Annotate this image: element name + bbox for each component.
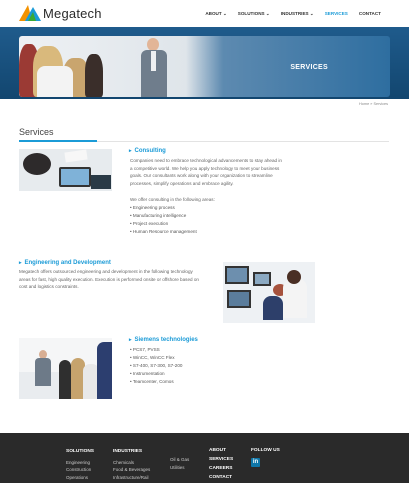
- footer-about-link[interactable]: ABOUT: [209, 446, 233, 455]
- nav-contact[interactable]: CONTACT: [359, 11, 381, 17]
- engineering-photo: [223, 262, 315, 323]
- chevron-down-icon: ⌄: [309, 11, 314, 16]
- consulting-list: Engineering process Manufacturing intell…: [130, 204, 197, 236]
- arrow-icon: ▸: [129, 148, 132, 154]
- chevron-down-icon: ⌄: [265, 11, 270, 16]
- brand-name[interactable]: Megatech: [43, 6, 102, 21]
- footer-link[interactable]: Chemicals: [113, 459, 150, 467]
- consulting-photo: [19, 149, 112, 191]
- footer-link[interactable]: Food & Beverages: [113, 466, 150, 474]
- nav-industries[interactable]: INDUSTRIES ⌄: [281, 11, 314, 17]
- consulting-heading: ▸ Consulting: [129, 148, 166, 154]
- siemens-photo: [19, 338, 112, 399]
- footer-link[interactable]: Infrastructure/Rail: [113, 474, 150, 482]
- hero-banner: SERVICES: [19, 36, 390, 97]
- linkedin-icon[interactable]: in: [251, 458, 260, 467]
- arrow-icon: ▸: [19, 260, 22, 266]
- footer-link[interactable]: Utilities: [170, 464, 189, 472]
- page-title: Services: [19, 127, 54, 137]
- title-accent-bar: [19, 140, 97, 142]
- list-item: PCS7, PVSS: [130, 346, 182, 354]
- engineering-heading: ▸ Engineering and Development: [19, 260, 111, 266]
- list-item: Project execution: [130, 220, 197, 228]
- nav-services[interactable]: SERVICES: [325, 11, 348, 17]
- arrow-icon: ▸: [129, 337, 132, 343]
- footer-link[interactable]: Engineering: [66, 459, 94, 467]
- footer-solutions-heading[interactable]: SOLUTIONS: [66, 448, 94, 456]
- list-item: Human Resource management: [130, 228, 197, 236]
- siemens-list: PCS7, PVSS WinCC, WinCC Flex S7-400, S7-…: [130, 346, 183, 386]
- main-nav: ABOUT ⌄ SOLUTIONS ⌄ INDUSTRIES ⌄ SERVICE…: [205, 11, 381, 17]
- list-item: Engineering process: [130, 204, 197, 212]
- banner-title: SERVICES: [290, 64, 328, 71]
- site-footer: [0, 433, 409, 483]
- list-item: Teamcenter, Comos: [130, 378, 182, 386]
- breadcrumb: Home » Services: [359, 102, 388, 106]
- engineering-text: Megatech offers outsourced engineering a…: [19, 269, 199, 289]
- site-header: Megatech ABOUT ⌄ SOLUTIONS ⌄ INDUSTRIES …: [0, 0, 409, 28]
- footer-solutions: SOLUTIONS Engineering Construction Opera…: [66, 448, 94, 482]
- list-item: Instrumentation: [130, 370, 182, 378]
- footer-follow: FOLLOW US: [251, 446, 280, 455]
- footer-industries: INDUSTRIES Chemicals Food & Beverages In…: [113, 448, 150, 482]
- consulting-text: Companies need to embrace technological …: [130, 158, 282, 186]
- footer-careers-link[interactable]: CAREERS: [209, 464, 233, 473]
- list-item: S7-400, S7-300, S7-200: [130, 362, 183, 370]
- footer-link[interactable]: Operations: [66, 474, 94, 482]
- footer-links: ABOUT SERVICES CAREERS CONTACT: [209, 446, 233, 482]
- footer-industries-heading[interactable]: INDUSTRIES: [113, 448, 150, 456]
- footer-follow-heading: FOLLOW US: [251, 448, 280, 453]
- consulting-intro: We offer consulting in the following are…: [130, 197, 215, 202]
- megatech-triangle-logo[interactable]: [19, 5, 41, 21]
- footer-link[interactable]: Construction: [66, 466, 94, 474]
- nav-about[interactable]: ABOUT ⌄: [205, 11, 226, 17]
- siemens-heading: ▸ Siemens technologies: [129, 337, 198, 343]
- footer-contact-link[interactable]: CONTACT: [209, 473, 233, 482]
- footer-industries-2: Oil & Gas Utilities: [170, 456, 189, 471]
- breadcrumb-current: Services: [373, 102, 388, 106]
- list-item: WinCC, WinCC Flex: [130, 354, 182, 362]
- banner-photo: [19, 36, 229, 97]
- breadcrumb-home[interactable]: Home: [359, 102, 369, 106]
- list-item: Manufacturing intelligence: [130, 212, 197, 220]
- footer-link[interactable]: Oil & Gas: [170, 456, 189, 464]
- footer-services-link[interactable]: SERVICES: [209, 455, 233, 464]
- chevron-down-icon: ⌄: [222, 11, 227, 16]
- nav-solutions[interactable]: SOLUTIONS ⌄: [238, 11, 270, 17]
